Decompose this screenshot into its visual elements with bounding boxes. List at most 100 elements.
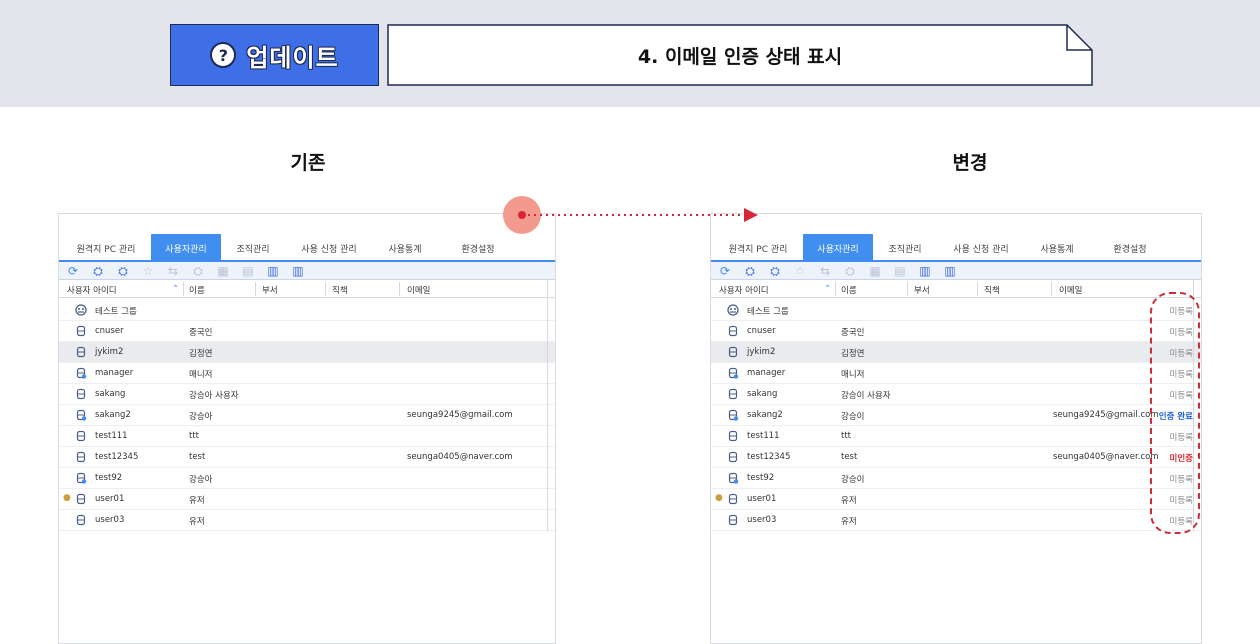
user-name: 매니저 bbox=[189, 370, 213, 380]
delete-icon[interactable]: ▦ bbox=[215, 263, 231, 279]
move-icon[interactable]: ⇆ bbox=[817, 263, 833, 279]
add-user-icon[interactable]: ⛭ bbox=[115, 263, 131, 279]
user-name: 중국인 bbox=[841, 328, 865, 338]
user-icon[interactable]: ⛭ bbox=[842, 263, 858, 279]
tab-2[interactable]: 조직관리 bbox=[225, 234, 281, 262]
update-banner: ? 업데이트 4. 이메일 인증 상태 표시 bbox=[0, 0, 1260, 107]
sort-up-icon[interactable]: ⌃ bbox=[824, 284, 831, 294]
tab-3[interactable]: 사용 신청 관리 bbox=[939, 234, 1023, 262]
move-icon[interactable]: ⇆ bbox=[165, 263, 181, 279]
refresh-icon[interactable]: ⟳ bbox=[717, 263, 733, 279]
user-row[interactable]: sakang2 강승이 seunga9245@gmail.com 인증 완료 bbox=[711, 405, 1201, 426]
user-name: 강승아 bbox=[189, 412, 213, 422]
after-user-panel: 원격지 PC 관리 사용자관리 조직관리 사용 신청 관리 사용통계 환경설정 ⟳ ⛭ ⛭ ☆ ⇆ ⛭… bbox=[710, 213, 1202, 644]
header-dept[interactable]: 부서 bbox=[262, 284, 278, 296]
user-icon bbox=[75, 430, 87, 442]
tab-0[interactable]: 원격지 PC 관리 bbox=[71, 234, 141, 262]
user-icon bbox=[75, 493, 87, 505]
tab-1[interactable]: 사용자관리 bbox=[151, 234, 221, 262]
sort-up-icon[interactable]: ⌃ bbox=[172, 284, 179, 294]
before-user-panel: 원격지 PC 관리 사용자관리 조직관리 사용 신청 관리 사용통계 환경설정 ⟳ ⛭ ⛭ ☆ ⇆ ⛭… bbox=[58, 213, 556, 644]
user-row[interactable]: test111 ttt bbox=[59, 426, 555, 447]
transition-arrow bbox=[500, 190, 770, 240]
user-email: seunga0405@naver.com bbox=[1053, 452, 1159, 462]
user-row[interactable]: test92 강승이 미등록 bbox=[711, 468, 1201, 489]
user-icon[interactable]: ⛭ bbox=[190, 263, 206, 279]
user-id: test111 bbox=[95, 431, 128, 441]
tab-2[interactable]: 조직관리 bbox=[877, 234, 933, 262]
export-icon[interactable]: ▥ bbox=[917, 263, 933, 279]
user-id: sakang bbox=[95, 389, 126, 399]
header-position[interactable]: 직책 bbox=[332, 284, 348, 296]
user-name: 김정연 bbox=[189, 349, 213, 359]
user-row[interactable]: user03 유저 bbox=[59, 510, 555, 531]
user-icon bbox=[727, 409, 739, 421]
tab-4[interactable]: 사용통계 bbox=[1029, 234, 1085, 262]
user-row[interactable]: test12345 test seunga0405@naver.com bbox=[59, 447, 555, 468]
user-row[interactable]: sakang2 강승아 seunga9245@gmail.com bbox=[59, 405, 555, 426]
user-icon bbox=[727, 514, 739, 526]
export-icon[interactable]: ▥ bbox=[265, 263, 281, 279]
tab-4[interactable]: 사용통계 bbox=[377, 234, 433, 262]
save-icon[interactable]: ▤ bbox=[240, 263, 256, 279]
add-user-icon[interactable]: ⛭ bbox=[767, 263, 783, 279]
group-row[interactable]: 테스트 그룹 미등록 bbox=[711, 300, 1201, 321]
question-chat-icon: ? bbox=[210, 42, 237, 68]
star-icon[interactable]: ☆ bbox=[140, 263, 156, 279]
delete-icon[interactable]: ▦ bbox=[867, 263, 883, 279]
user-icon bbox=[75, 388, 87, 400]
import-icon[interactable]: ▥ bbox=[290, 263, 306, 279]
user-row[interactable]: cnuser 중국인 bbox=[59, 321, 555, 342]
add-group-icon[interactable]: ⛭ bbox=[90, 263, 106, 279]
header-user-id[interactable]: 사용자 아이디 bbox=[719, 284, 769, 296]
header-name[interactable]: 이름 bbox=[841, 284, 857, 296]
user-row[interactable]: test111 ttt 미등록 bbox=[711, 426, 1201, 447]
tab-5[interactable]: 환경설정 bbox=[1095, 234, 1165, 262]
header-position[interactable]: 직책 bbox=[984, 284, 1000, 296]
user-row[interactable]: test92 강승아 bbox=[59, 468, 555, 489]
save-icon[interactable]: ▤ bbox=[892, 263, 908, 279]
tab-1[interactable]: 사용자관리 bbox=[803, 234, 873, 262]
group-icon bbox=[727, 304, 739, 316]
user-name: 유저 bbox=[841, 517, 857, 527]
user-icon bbox=[75, 346, 87, 358]
user-row[interactable]: manager 매니저 미등록 bbox=[711, 363, 1201, 384]
user-icon bbox=[727, 430, 739, 442]
user-name: 유저 bbox=[841, 496, 857, 506]
header-email[interactable]: 이메일 bbox=[407, 284, 430, 296]
user-id: user03 bbox=[95, 515, 125, 525]
user-row[interactable]: sakang 강승아 사용자 bbox=[59, 384, 555, 405]
user-row[interactable]: test12345 test seunga0405@naver.com 미인증 bbox=[711, 447, 1201, 468]
add-group-icon[interactable]: ⛭ bbox=[742, 263, 758, 279]
user-row[interactable]: ● user01 유저 bbox=[59, 489, 555, 510]
user-row[interactable]: ● user01 유저 미등록 bbox=[711, 489, 1201, 510]
user-row[interactable]: user03 유저 미등록 bbox=[711, 510, 1201, 531]
user-name: ttt bbox=[841, 431, 851, 441]
user-row[interactable]: sakang 강승이 사용자 미등록 bbox=[711, 384, 1201, 405]
user-row[interactable]: jykim2 김정연 미등록 bbox=[711, 342, 1201, 363]
user-row[interactable]: cnuser 중국인 미등록 bbox=[711, 321, 1201, 342]
lock-icon: ● bbox=[63, 493, 71, 503]
table-header: 사용자 아이디 ⌃ 이름 부서 직책 이메일 bbox=[711, 280, 1201, 298]
user-row[interactable]: jykim2 김정연 bbox=[59, 342, 555, 363]
star-icon[interactable]: ☆ bbox=[792, 263, 808, 279]
user-id: test12345 bbox=[95, 452, 139, 462]
header-email[interactable]: 이메일 bbox=[1059, 284, 1082, 296]
tab-3[interactable]: 사용 신청 관리 bbox=[287, 234, 371, 262]
user-id: test111 bbox=[747, 431, 780, 441]
user-name: 강승아 사용자 bbox=[189, 391, 239, 401]
group-row[interactable]: 테스트 그룹 bbox=[59, 300, 555, 321]
group-name: 테스트 그룹 bbox=[95, 307, 137, 317]
user-row[interactable]: manager 매니저 bbox=[59, 363, 555, 384]
user-id: cnuser bbox=[95, 326, 124, 336]
user-id: user01 bbox=[95, 494, 125, 504]
header-user-id[interactable]: 사용자 아이디 bbox=[67, 284, 117, 296]
header-dept[interactable]: 부서 bbox=[914, 284, 930, 296]
header-name[interactable]: 이름 bbox=[189, 284, 205, 296]
main-tabs: 원격지 PC 관리 사용자관리 조직관리 사용 신청 관리 사용통계 환경설정 bbox=[59, 234, 555, 262]
user-icon bbox=[727, 451, 739, 463]
user-icon bbox=[75, 451, 87, 463]
import-icon[interactable]: ▥ bbox=[942, 263, 958, 279]
refresh-icon[interactable]: ⟳ bbox=[65, 263, 81, 279]
user-icon bbox=[75, 367, 87, 379]
